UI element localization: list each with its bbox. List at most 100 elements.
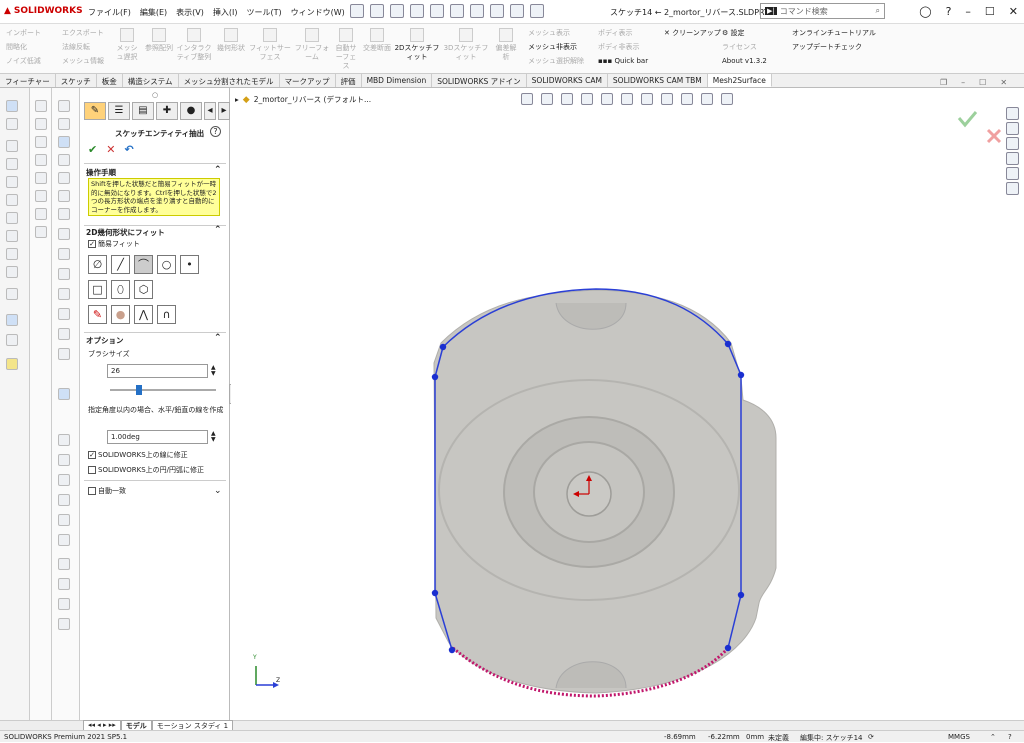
menu-window[interactable]: ウィンドウ(W) bbox=[291, 7, 345, 18]
expand-chevron-icon[interactable]: ⌄ bbox=[214, 486, 222, 496]
mesh-tool-15-icon[interactable] bbox=[58, 388, 70, 400]
mesh-tool-14-icon[interactable] bbox=[58, 348, 70, 360]
user-icon[interactable]: ◯ bbox=[919, 5, 931, 18]
tab-mesh2surface[interactable]: Mesh2Surface bbox=[707, 74, 772, 87]
brush-paint-button[interactable]: ✎ bbox=[88, 305, 107, 324]
panel-grip-icon[interactable]: ○ bbox=[152, 91, 158, 99]
ok-check-icon[interactable]: ✔ bbox=[88, 143, 97, 156]
freeform-button[interactable]: フリーフォーム bbox=[294, 28, 330, 62]
mesh-tool-12-icon[interactable] bbox=[58, 308, 70, 320]
import-button[interactable]: インポート bbox=[6, 26, 41, 40]
collapse-chevron-icon[interactable]: ⌃ bbox=[214, 165, 222, 175]
point-icon[interactable] bbox=[35, 100, 47, 112]
rectangle-fit-button[interactable]: □ bbox=[88, 280, 107, 299]
interactive-align-button[interactable]: インタラクティブ整列 bbox=[176, 28, 212, 62]
collapse-chevron-icon[interactable]: ⌃ bbox=[214, 333, 222, 343]
open-folder-icon[interactable] bbox=[390, 4, 404, 18]
collapse-chevron-icon[interactable]: ⌃ bbox=[214, 225, 222, 235]
property-manager-tab-icon[interactable]: ▤ bbox=[132, 102, 154, 120]
sketch-fit-2d-button[interactable]: 2Dスケッチフィット bbox=[394, 28, 440, 62]
checkbox-unchecked-icon[interactable] bbox=[88, 487, 96, 495]
settings-button[interactable]: ⚙ 設定 bbox=[722, 26, 767, 40]
tab-mbd-dimension[interactable]: MBD Dimension bbox=[362, 74, 433, 87]
appearances-icon[interactable] bbox=[1006, 167, 1019, 180]
tab-scroll-right-icon[interactable]: ▸ bbox=[218, 102, 230, 120]
slot-fit-button[interactable]: ⬯ bbox=[111, 280, 130, 299]
mesh-tool-2-icon[interactable] bbox=[58, 118, 70, 130]
fix-lines-checkbox[interactable]: ✓ SOLIDWORKS上の線に修正 bbox=[88, 450, 188, 460]
configuration-tab-icon[interactable]: ✚ bbox=[156, 102, 178, 120]
mesh-info-button[interactable]: メッシュ情報 bbox=[62, 54, 104, 68]
tab-sketch[interactable]: スケッチ bbox=[56, 74, 97, 87]
cross-section-button[interactable]: 交差断面 bbox=[363, 28, 391, 53]
file-properties-icon[interactable] bbox=[510, 4, 524, 18]
point-fit-button[interactable]: • bbox=[180, 255, 199, 274]
section-fit-2d[interactable]: 2D幾何形状にフィット ⌃ bbox=[86, 225, 222, 238]
show-mesh-button[interactable]: メッシュ表示 bbox=[528, 26, 584, 40]
convert-entities-icon[interactable] bbox=[6, 248, 18, 260]
hide-body-button[interactable]: ポディ非表示 bbox=[598, 40, 640, 54]
tab-structure-system[interactable]: 構造システム bbox=[123, 74, 179, 87]
deselect-mesh-button[interactable]: メッシュ選択解除 bbox=[528, 54, 584, 68]
undo-icon[interactable] bbox=[450, 4, 464, 18]
file-explorer-icon[interactable] bbox=[1006, 137, 1019, 150]
mesh-tool-18-icon[interactable] bbox=[58, 474, 70, 486]
mesh-tool-5-icon[interactable] bbox=[58, 172, 70, 184]
menu-tools[interactable]: ツール(T) bbox=[246, 7, 281, 18]
angle-input[interactable]: 1.00deg bbox=[107, 430, 208, 444]
simple-fit-checkbox[interactable]: ✓ 簡易フィット bbox=[88, 239, 140, 249]
tab-features[interactable]: フィーチャー bbox=[0, 74, 56, 87]
trim-icon[interactable] bbox=[6, 230, 18, 242]
sketch-icon[interactable] bbox=[6, 100, 18, 112]
show-body-button[interactable]: ポディ表示 bbox=[598, 26, 640, 40]
instant2d-icon[interactable] bbox=[6, 358, 18, 370]
chamfer-icon[interactable] bbox=[35, 208, 47, 220]
brush-size-slider[interactable] bbox=[110, 389, 216, 391]
menu-view[interactable]: 表示(V) bbox=[176, 7, 204, 18]
section-procedure[interactable]: 操作手順 ⌃ bbox=[86, 165, 222, 178]
confirm-check-icon[interactable] bbox=[957, 111, 978, 128]
relations-icon[interactable] bbox=[6, 314, 18, 326]
tab-solidworks-addins[interactable]: SOLIDWORKS アドイン bbox=[432, 74, 527, 87]
tab-mesh-model[interactable]: メッシュ分割されたモデル bbox=[179, 74, 280, 87]
simplify-button[interactable]: 間略化 bbox=[6, 40, 41, 54]
mesh-tool-1-icon[interactable] bbox=[58, 100, 70, 112]
corner-fit-button[interactable]: ⋀ bbox=[134, 305, 153, 324]
mesh-tool-7-icon[interactable] bbox=[58, 208, 70, 220]
mesh-tool-22-icon[interactable] bbox=[58, 558, 70, 570]
sketch-fit-3d-button[interactable]: 3Dスケッチフィット bbox=[443, 28, 489, 62]
mesh-tool-19-icon[interactable] bbox=[58, 494, 70, 506]
geometry-button[interactable]: 幾何形状 bbox=[217, 28, 245, 53]
mesh-tool-4-icon[interactable] bbox=[58, 154, 70, 166]
feature-tree-tab-icon[interactable]: ☰ bbox=[108, 102, 130, 120]
circle-fit-button[interactable]: ○ bbox=[157, 255, 176, 274]
about-button[interactable]: About v1.3.2 bbox=[722, 54, 767, 68]
reference-align-button[interactable]: 参照配列 bbox=[145, 28, 173, 53]
tab-solidworks-cam-tbm[interactable]: SOLIDWORKS CAM TBM bbox=[608, 74, 708, 87]
solidworks-logo[interactable]: ▲ SOLIDWORKS bbox=[4, 6, 83, 16]
options-gear-icon[interactable] bbox=[530, 4, 544, 18]
flip-normals-button[interactable]: 法線反転 bbox=[62, 40, 104, 54]
model-view[interactable] bbox=[231, 88, 1024, 720]
fix-arcs-checkbox[interactable]: SOLIDWORKS上の円/円弧に修正 bbox=[88, 465, 204, 475]
spline-icon[interactable] bbox=[6, 212, 18, 224]
brush-size-input[interactable]: 26 bbox=[107, 364, 208, 378]
mesh-tool-11-icon[interactable] bbox=[58, 288, 70, 300]
mesh-tool-8-icon[interactable] bbox=[58, 228, 70, 240]
brush-size-spinner-icon[interactable]: ▲ ▼ bbox=[211, 365, 216, 377]
doc-restore-icon[interactable]: ❐ bbox=[940, 78, 947, 87]
text-icon[interactable] bbox=[35, 226, 47, 238]
home-icon[interactable] bbox=[350, 4, 364, 18]
custom-properties-icon[interactable] bbox=[1006, 182, 1019, 195]
brush-size-slider-thumb[interactable] bbox=[136, 385, 142, 395]
offset-icon[interactable] bbox=[6, 266, 18, 278]
search-icon[interactable]: ⌕ bbox=[876, 6, 880, 16]
auto-match-checkbox[interactable]: 自動一致 ⌄ bbox=[88, 486, 222, 496]
centerline-icon[interactable] bbox=[35, 118, 47, 130]
traffic-light-icon[interactable] bbox=[490, 4, 504, 18]
arc-corner-fit-button[interactable]: ∩ bbox=[157, 305, 176, 324]
minimize-icon[interactable]: – bbox=[965, 5, 971, 18]
menu-file[interactable]: ファイル(F) bbox=[88, 7, 131, 18]
tab-evaluate[interactable]: 評価 bbox=[336, 74, 362, 87]
help-status-icon[interactable]: ? bbox=[1008, 733, 1012, 741]
